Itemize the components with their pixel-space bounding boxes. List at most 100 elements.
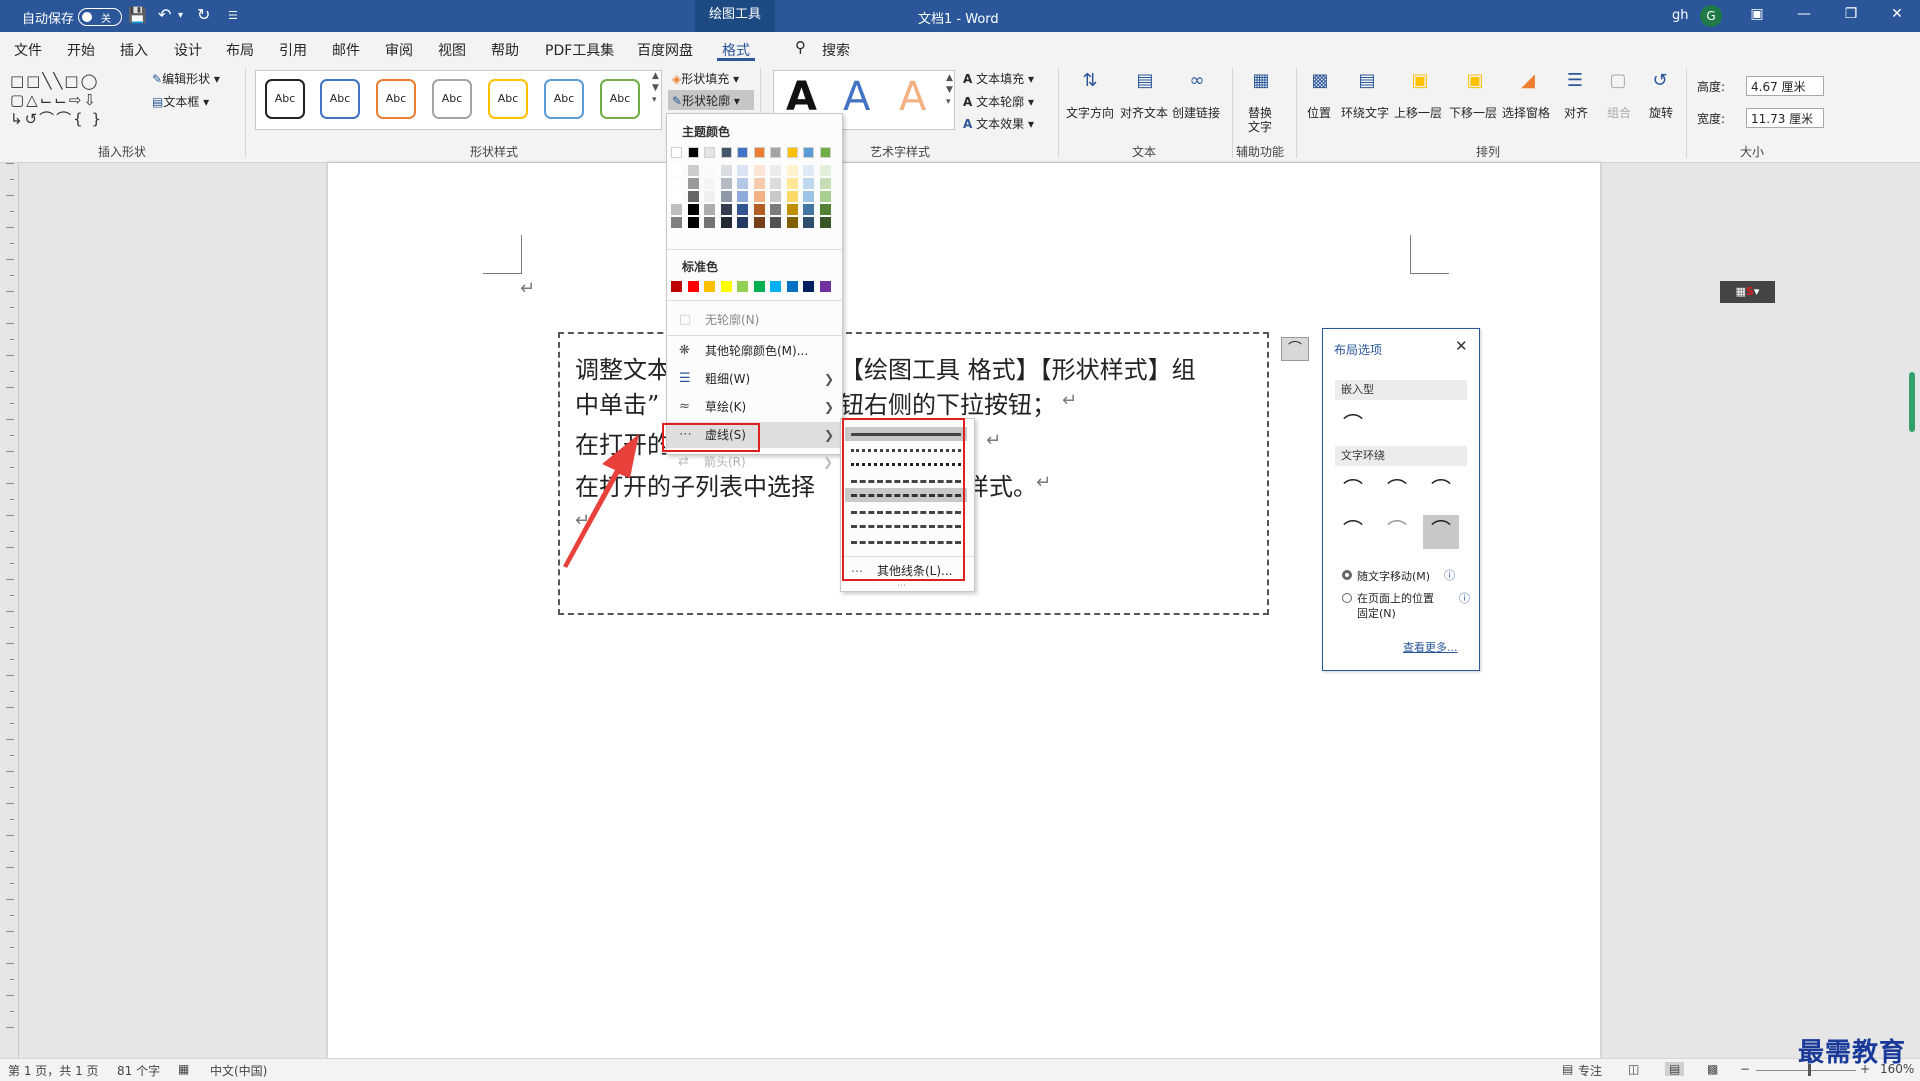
create-link-label[interactable]: 创建链接 (1172, 104, 1220, 121)
theme-shade-swatch[interactable] (770, 204, 781, 215)
align-label[interactable]: 对齐 (1564, 104, 1588, 121)
minimize-icon[interactable]: — (1789, 6, 1819, 22)
shape-outline-button[interactable]: ✎形状轮廓 ▾ (668, 90, 754, 110)
text-outline-button[interactable]: A 文本轮廓 ▾ (963, 93, 1034, 110)
restore-icon[interactable]: ❐ (1836, 6, 1866, 22)
theme-shade-swatch[interactable] (753, 178, 765, 189)
focus-icon[interactable]: ▤ (1562, 1062, 1573, 1076)
weight-item[interactable]: ☰ 粗细(W) ❯ (667, 366, 842, 392)
position-icon[interactable]: ▩ (1305, 70, 1335, 91)
standard-color-swatch[interactable] (786, 281, 798, 292)
theme-color-swatch[interactable] (786, 147, 798, 158)
wrap-text-label[interactable]: 环绕文字 (1341, 104, 1389, 121)
wrap-text-icon[interactable]: ▤ (1352, 70, 1382, 91)
tab-file[interactable]: 文件 (14, 40, 42, 60)
tab-view[interactable]: 视图 (438, 40, 466, 60)
theme-shade-swatch[interactable] (671, 217, 682, 228)
theme-color-swatch[interactable] (737, 147, 748, 158)
info-icon[interactable]: ⓘ (1444, 567, 1455, 583)
theme-shade-swatch[interactable] (671, 204, 682, 215)
theme-shade-swatch[interactable] (786, 165, 798, 176)
behind-text-icon[interactable]: ⌒ (1379, 515, 1415, 549)
tab-help[interactable]: 帮助 (491, 40, 519, 60)
send-backward-label[interactable]: 下移一层 (1449, 104, 1497, 121)
theme-shade-swatch[interactable] (737, 191, 748, 202)
theme-shade-swatch[interactable] (803, 165, 814, 176)
fix-position-label-1[interactable]: 在页面上的位置 (1357, 590, 1434, 606)
fix-position-label-2[interactable]: 固定(N) (1357, 605, 1396, 621)
theme-shade-swatch[interactable] (753, 217, 765, 228)
avatar[interactable]: G (1700, 5, 1722, 27)
wordart-scroll-icon[interactable]: ▲ ▼ ▾ (946, 72, 953, 108)
in-front-of-text-icon[interactable]: ⌒ (1423, 515, 1459, 549)
theme-shade-swatch[interactable] (737, 204, 748, 215)
group-icon[interactable]: ▢ (1603, 70, 1633, 91)
theme-shade-swatch[interactable] (786, 204, 798, 215)
theme-shade-swatch[interactable] (671, 165, 682, 176)
theme-shade-swatch[interactable] (704, 191, 715, 202)
theme-shade-swatch[interactable] (819, 191, 831, 202)
shape-style-4[interactable]: Abc (432, 79, 472, 119)
group-label[interactable]: 组合 (1607, 104, 1631, 121)
fix-position-radio[interactable] (1342, 593, 1352, 603)
tab-pdf-tools[interactable]: PDF工具集 (545, 40, 614, 60)
more-outline-colors-item[interactable]: ❋ 其他轮廓颜色(M)... (667, 338, 842, 364)
tab-mailings[interactable]: 邮件 (332, 40, 360, 60)
zoom-slider[interactable] (1756, 1070, 1856, 1071)
theme-shade-swatch[interactable] (770, 165, 781, 176)
theme-shade-swatch[interactable] (803, 217, 814, 228)
zoom-out-icon[interactable]: − (1740, 1062, 1750, 1076)
tab-home[interactable]: 开始 (67, 40, 95, 60)
wordart-style-3[interactable]: A (899, 74, 926, 120)
customize-qat-icon[interactable]: ☰ (228, 9, 238, 22)
shapes-gallery[interactable]: □□╲╲□◯ ▢△⌙⌙⇨⇩ ↳↺⌒⌒{ } (10, 72, 130, 132)
theme-shade-swatch[interactable] (770, 191, 781, 202)
theme-shade-swatch[interactable] (819, 217, 831, 228)
rotate-icon[interactable]: ↺ (1645, 70, 1675, 91)
standard-color-swatch[interactable] (737, 281, 748, 292)
language[interactable]: 中文(中国) (210, 1062, 267, 1079)
theme-shade-swatch[interactable] (720, 217, 732, 228)
see-more-link[interactable]: 查看更多... (1403, 639, 1458, 655)
shape-style-1[interactable]: Abc (265, 79, 305, 119)
inline-wrap-icon[interactable]: ⌒ (1335, 409, 1371, 443)
theme-shade-swatch[interactable] (687, 191, 699, 202)
theme-shade-swatch[interactable] (770, 217, 781, 228)
undo-dropdown-icon[interactable]: ▾ (178, 10, 183, 21)
shape-style-3[interactable]: Abc (376, 79, 416, 119)
sketch-item[interactable]: ≈ 草绘(K) ❯ (667, 394, 842, 420)
rotate-label[interactable]: 旋转 (1649, 104, 1673, 121)
print-layout-icon[interactable]: ▤ (1665, 1062, 1685, 1076)
selection-pane-label[interactable]: 选择窗格 (1502, 104, 1550, 121)
theme-shade-swatch[interactable] (737, 178, 748, 189)
resize-grip-icon[interactable]: ⋯ (897, 581, 906, 591)
theme-color-swatch[interactable] (819, 147, 831, 158)
theme-shade-swatch[interactable] (803, 204, 814, 215)
theme-shade-swatch[interactable] (786, 217, 798, 228)
textbox-button[interactable]: ▤文本框 ▾ (152, 93, 209, 110)
theme-shade-swatch[interactable] (671, 191, 682, 202)
text-effect-button[interactable]: A 文本效果 ▾ (963, 115, 1034, 132)
save-icon[interactable]: 💾 (128, 6, 147, 24)
theme-shade-swatch[interactable] (720, 165, 732, 176)
theme-shade-swatch[interactable] (803, 191, 814, 202)
theme-shade-swatch[interactable] (704, 178, 715, 189)
position-label[interactable]: 位置 (1307, 104, 1331, 121)
theme-shade-swatch[interactable] (786, 191, 798, 202)
theme-shade-swatch[interactable] (720, 191, 732, 202)
width-input[interactable]: 11.73 厘米 (1746, 108, 1824, 128)
autosave-toggle[interactable]: 关 (78, 8, 122, 26)
arrows-item[interactable]: ⇄ 箭头(R) ❯ (666, 449, 841, 475)
theme-color-swatch[interactable] (770, 147, 781, 158)
shape-style-7[interactable]: Abc (600, 79, 640, 119)
standard-color-swatch[interactable] (720, 281, 732, 292)
search-icon[interactable]: ⚲ (795, 38, 806, 56)
theme-shade-swatch[interactable] (687, 165, 699, 176)
layout-options-icon[interactable]: ⌒ (1281, 337, 1309, 361)
web-layout-icon[interactable]: ▩ (1707, 1062, 1718, 1076)
text-direction-label[interactable]: 文字方向 (1066, 104, 1114, 121)
theme-color-swatch[interactable] (704, 147, 715, 158)
tab-format[interactable]: 格式 (722, 40, 750, 60)
standard-color-swatch[interactable] (753, 281, 765, 292)
bring-forward-icon[interactable]: ▣ (1405, 70, 1435, 91)
